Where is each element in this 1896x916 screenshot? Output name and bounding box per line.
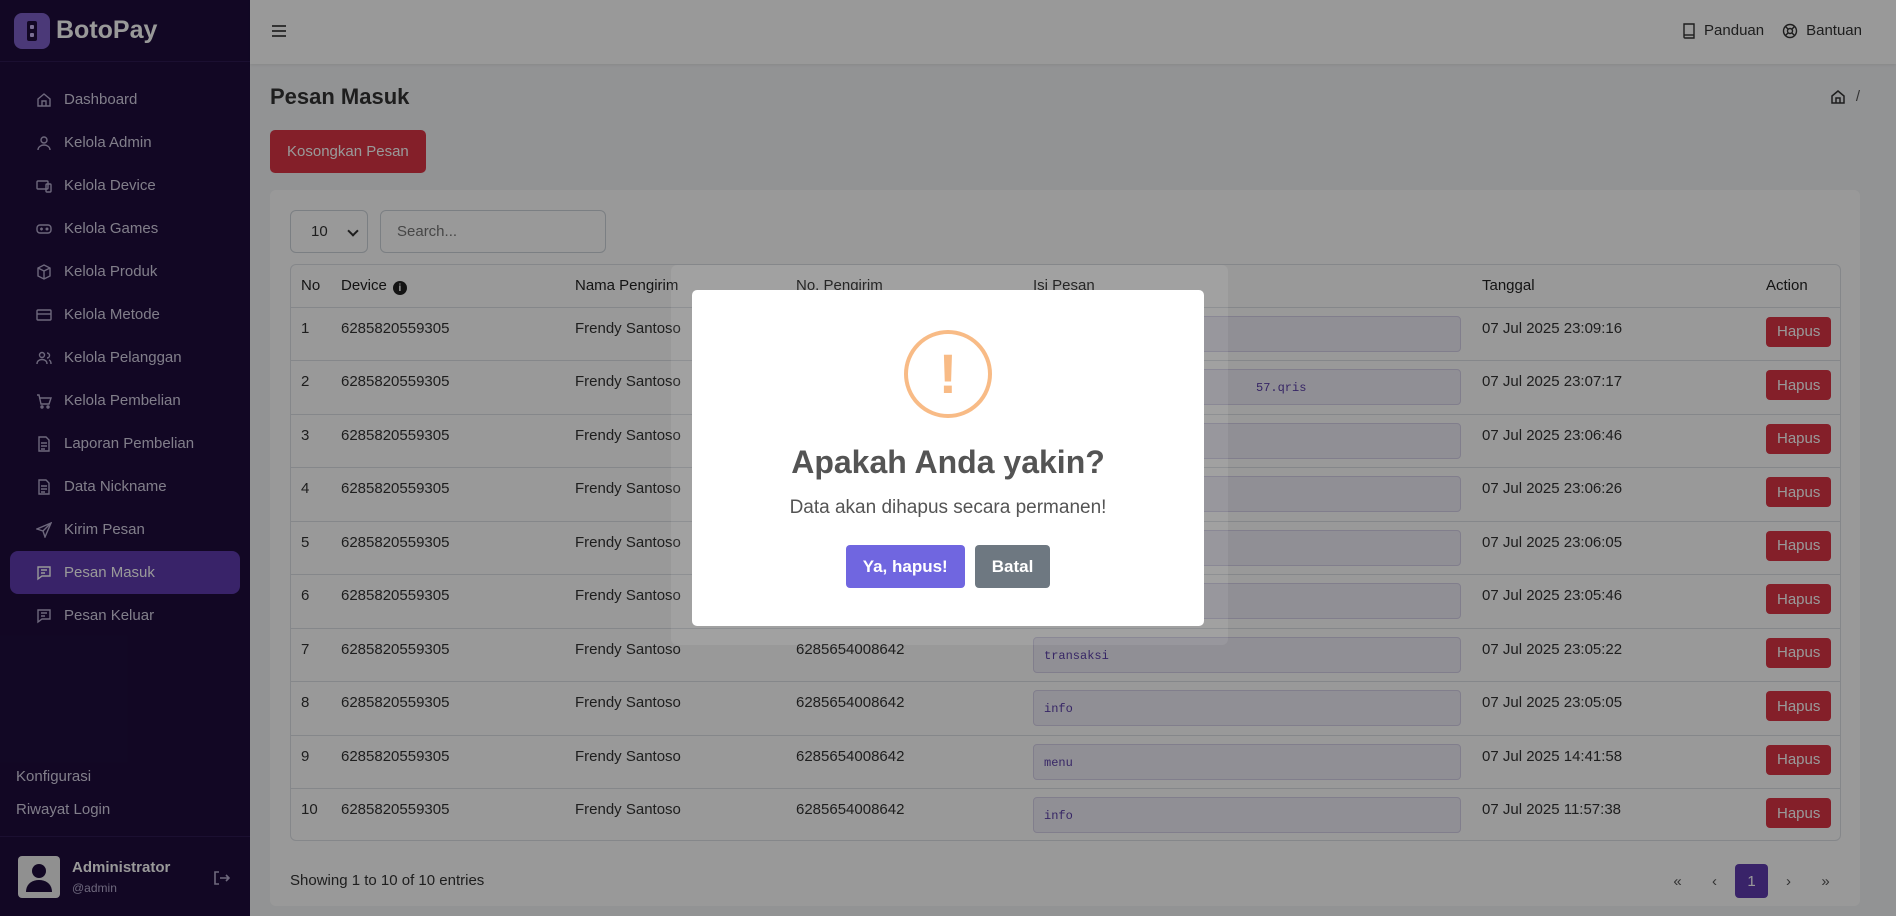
dialog-text: Data akan dihapus secara permanen! — [789, 497, 1107, 518]
confirm-delete-button[interactable]: Ya, hapus! — [845, 545, 965, 588]
dialog-title: Apakah Anda yakin? — [791, 444, 1105, 480]
dialog-actions: Ya, hapus! Batal — [692, 545, 1204, 588]
confirm-dialog: ! Apakah Anda yakin? Data akan dihapus s… — [692, 290, 1204, 626]
warning-icon: ! — [904, 330, 992, 418]
modal-backdrop[interactable]: ! Apakah Anda yakin? Data akan dihapus s… — [0, 0, 1896, 916]
cancel-button[interactable]: Batal — [974, 545, 1051, 588]
